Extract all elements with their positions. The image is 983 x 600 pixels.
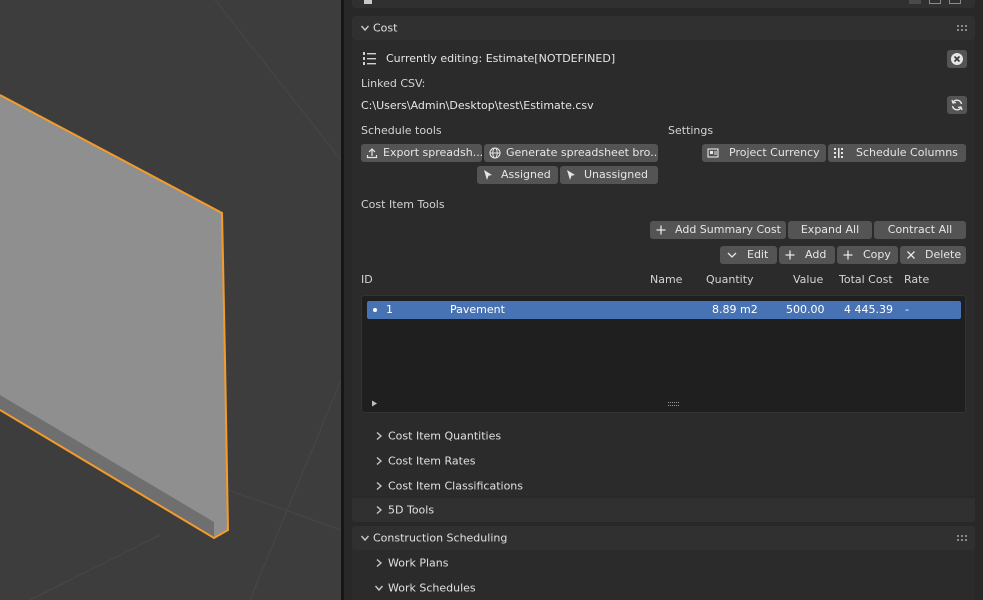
properties-panel: Cost Currently editing: Estimate[NOTDEFI… xyxy=(344,0,983,600)
project-currency-button[interactable]: Project Currency xyxy=(702,144,826,162)
edit-button[interactable]: Edit xyxy=(720,246,777,264)
subpanel-work-plans[interactable]: Work Plans xyxy=(352,551,975,575)
row-rate: - xyxy=(905,303,909,316)
subpanel-cost-item-classifications[interactable]: Cost Item Classifications xyxy=(352,473,975,498)
chevron-down-icon xyxy=(360,535,370,542)
drag-handle-icon[interactable] xyxy=(668,402,679,406)
row-value: 500.00 xyxy=(786,303,825,316)
linked-csv-path: C:\Users\Admin\Desktop\test\Estimate.csv xyxy=(361,99,594,112)
assigned-button[interactable]: Assigned xyxy=(477,166,558,184)
row-id: 1 xyxy=(386,303,393,316)
row-quantity: 8.89 m2 xyxy=(712,303,758,316)
expand-all-button[interactable]: Expand All xyxy=(788,221,872,239)
chevron-down-icon xyxy=(727,252,737,258)
columns-icon xyxy=(834,148,843,158)
unassigned-button[interactable]: Unassigned xyxy=(560,166,658,184)
contract-all-button[interactable]: Contract All xyxy=(874,221,966,239)
cost-panel-header[interactable]: Cost xyxy=(352,16,975,40)
drag-handle-icon[interactable] xyxy=(957,25,967,31)
chevron-down-icon xyxy=(374,585,384,592)
chevron-right-icon xyxy=(376,481,383,490)
column-header-quantity: Quantity xyxy=(706,273,754,286)
chevron-down-icon xyxy=(360,25,370,32)
x-icon xyxy=(907,251,915,259)
previous-panel-footer xyxy=(352,0,975,8)
construction-scheduling-title: Construction Scheduling xyxy=(373,531,508,545)
currently-editing-label: Currently editing: Estimate[NOTDEFINED] xyxy=(386,52,616,65)
currency-icon xyxy=(707,148,719,158)
disclosure-triangle-icon[interactable] xyxy=(371,400,378,407)
subpanel-work-schedules[interactable]: Work Schedules xyxy=(352,576,975,600)
close-circle-icon xyxy=(951,53,963,65)
3d-viewport[interactable] xyxy=(0,0,341,600)
subpanel-5d-tools[interactable]: 5D Tools xyxy=(352,498,975,522)
delete-button[interactable]: Delete xyxy=(900,246,966,264)
column-header-id: ID xyxy=(361,273,373,286)
column-header-name: Name xyxy=(650,273,683,286)
row-bullet-icon xyxy=(373,308,377,312)
panel-icon xyxy=(364,0,372,4)
linked-csv-label: Linked CSV: xyxy=(361,77,426,90)
panel-tool-icon[interactable] xyxy=(909,0,921,4)
globe-icon xyxy=(489,147,501,159)
chevron-right-icon xyxy=(376,558,383,568)
column-header-value: Value xyxy=(793,273,824,286)
add-summary-cost-button[interactable]: Add Summary Cost xyxy=(650,221,786,239)
generate-spreadsheet-button[interactable]: Generate spreadsheet bro... xyxy=(484,144,658,162)
refresh-icon xyxy=(951,99,963,111)
row-total-cost: 4 445.39 xyxy=(844,303,893,316)
cost-item-tools-label: Cost Item Tools xyxy=(361,198,445,211)
subpanel-cost-item-quantities[interactable]: Cost Item Quantities xyxy=(352,423,975,448)
export-icon xyxy=(366,148,378,159)
panel-tool-icon[interactable] xyxy=(929,0,941,4)
column-header-rate: Rate xyxy=(904,273,930,286)
export-spreadsheet-button[interactable]: Export spreadsh... xyxy=(361,144,482,162)
panel-tool-icon[interactable] xyxy=(949,0,961,4)
chevron-right-icon xyxy=(376,431,383,440)
cursor-icon xyxy=(567,170,575,180)
settings-label: Settings xyxy=(668,124,714,137)
drag-handle-icon[interactable] xyxy=(957,535,967,541)
plus-icon xyxy=(656,225,666,235)
subpanel-cost-item-rates[interactable]: Cost Item Rates xyxy=(352,448,975,473)
chevron-right-icon xyxy=(376,505,383,515)
cursor-icon xyxy=(484,170,492,180)
close-editing-button[interactable] xyxy=(947,50,967,68)
copy-button[interactable]: Copy xyxy=(837,246,898,264)
add-button[interactable]: Add xyxy=(779,246,835,264)
reload-csv-button[interactable] xyxy=(947,96,967,114)
plus-icon xyxy=(843,250,853,260)
list-numbered-icon xyxy=(363,52,376,65)
row-name: Pavement xyxy=(450,303,505,316)
chevron-right-icon xyxy=(376,456,383,465)
cost-items-list[interactable]: 1 Pavement 8.89 m2 500.00 4 445.39 - xyxy=(361,295,966,413)
viewport-scene xyxy=(0,0,341,600)
plus-icon xyxy=(785,250,795,260)
cost-panel-title: Cost xyxy=(373,21,398,35)
column-header-total-cost: Total Cost xyxy=(839,273,893,286)
schedule-columns-button[interactable]: Schedule Columns xyxy=(828,144,966,162)
table-row[interactable]: 1 Pavement 8.89 m2 500.00 4 445.39 - xyxy=(367,301,961,319)
construction-scheduling-header[interactable]: Construction Scheduling xyxy=(352,526,975,550)
schedule-tools-label: Schedule tools xyxy=(361,124,442,137)
